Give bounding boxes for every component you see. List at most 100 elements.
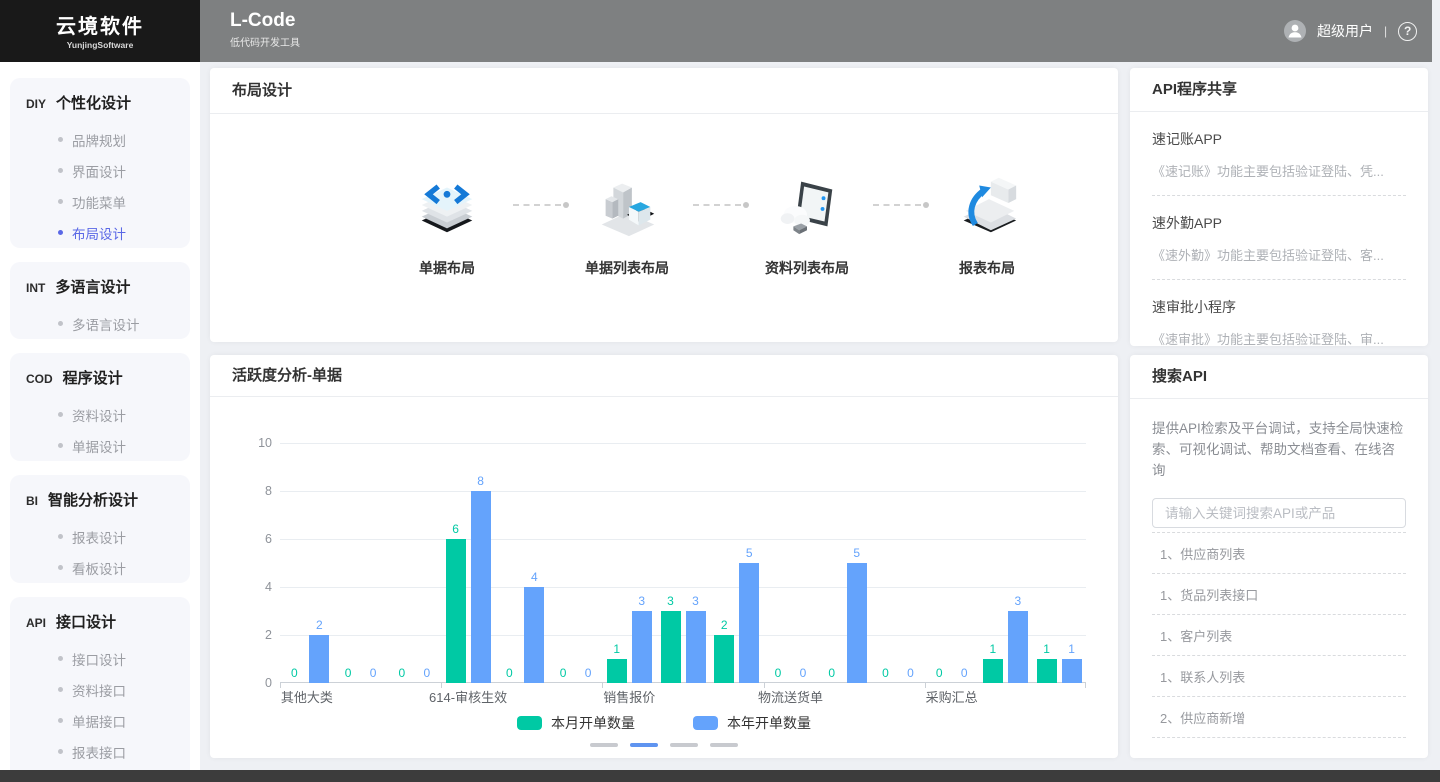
sidebar-sections: DIY个性化设计品牌规划界面设计功能菜单布局设计INT多语言设计多语言设计COD… bbox=[0, 78, 200, 770]
chart-bar bbox=[847, 563, 867, 683]
bar-value-label: 1 bbox=[1059, 642, 1085, 656]
document-list-layout-icon bbox=[592, 170, 662, 240]
search-result-item[interactable]: 2、供应商新增 bbox=[1152, 697, 1406, 737]
legend-label: 本年开单数量 bbox=[727, 713, 811, 733]
api-share-item[interactable]: 速记账APP《速记账》功能主要包括验证登陆、凭... bbox=[1152, 129, 1406, 180]
api-share-item-desc: 《速外勤》功能主要包括验证登陆、客... bbox=[1152, 245, 1406, 264]
sidebar-item-label: 单据接口 bbox=[72, 711, 126, 731]
layout-item-document[interactable]: 单据布局 bbox=[387, 170, 507, 278]
layout-item-data-list[interactable]: 资料列表布局 bbox=[747, 170, 867, 278]
x-axis-tick-label: 销售报价 bbox=[603, 687, 655, 706]
sidebar-item[interactable]: 布局设计 bbox=[10, 217, 190, 248]
api-share-item-title: 速外勤APP bbox=[1152, 213, 1406, 233]
gridline bbox=[280, 539, 1086, 540]
sidebar-item[interactable]: 接口设计 bbox=[10, 643, 190, 674]
carousel-dash[interactable] bbox=[670, 743, 698, 747]
api-share-title: API程序共享 bbox=[1130, 68, 1428, 112]
bullet-icon bbox=[58, 687, 63, 692]
bar-value-label: 0 bbox=[360, 666, 386, 680]
x-axis-tick-label: 其他大类 bbox=[281, 687, 333, 706]
bar-value-label: 0 bbox=[414, 666, 440, 680]
username[interactable]: 超级用户 bbox=[1317, 21, 1373, 41]
bullet-icon bbox=[58, 534, 63, 539]
legend-item[interactable]: 本年开单数量 bbox=[693, 713, 811, 733]
api-search-input[interactable] bbox=[1152, 498, 1406, 528]
header-divider: | bbox=[1384, 24, 1387, 38]
layout-item-document-list[interactable]: 单据列表布局 bbox=[567, 170, 687, 278]
api-share-item-title: 速记账APP bbox=[1152, 129, 1406, 149]
sidebar-item[interactable]: 单据设计 bbox=[10, 430, 190, 461]
bar-value-label: 8 bbox=[468, 474, 494, 488]
api-share-card: API程序共享 速记账APP《速记账》功能主要包括验证登陆、凭... 速外勤APP… bbox=[1130, 68, 1428, 346]
data-list-layout-icon bbox=[772, 170, 842, 240]
bar-value-label: 1 bbox=[980, 642, 1006, 656]
brand-logo: 云境软件 YunjingSoftware bbox=[0, 0, 200, 62]
bullet-icon bbox=[58, 412, 63, 417]
sidebar-section-badge: COD bbox=[26, 372, 53, 386]
bar-value-label: 0 bbox=[926, 666, 952, 680]
legend-label: 本月开单数量 bbox=[551, 713, 635, 733]
sidebar-item[interactable]: 资料设计 bbox=[10, 399, 190, 430]
x-axis-tick-label: 物流送货单 bbox=[758, 687, 823, 706]
bar-value-label: 0 bbox=[496, 666, 522, 680]
api-share-item[interactable]: 速外勤APP 《速外勤》功能主要包括验证登陆、客... bbox=[1152, 213, 1406, 264]
brand-subtitle: YunjingSoftware bbox=[0, 40, 200, 50]
chart-x-axis-labels: 其他大类614-审核生效销售报价物流送货单采购汇总 bbox=[280, 687, 1086, 705]
carousel-dash[interactable] bbox=[590, 743, 618, 747]
bar-value-label: 3 bbox=[658, 594, 684, 608]
search-result-item[interactable]: 1、联系人列表 bbox=[1152, 656, 1406, 696]
carousel-dash[interactable] bbox=[630, 743, 658, 747]
search-result-item[interactable]: 1、供应商列表 bbox=[1152, 533, 1406, 573]
layout-item-report[interactable]: 报表布局 bbox=[927, 170, 1047, 278]
bullet-icon bbox=[58, 137, 63, 142]
search-result-item[interactable]: 1、客户列表 bbox=[1152, 615, 1406, 655]
api-share-item-title: 速审批小程序 bbox=[1152, 297, 1406, 317]
sidebar-item[interactable]: 看板设计 bbox=[10, 552, 190, 583]
sidebar-item-label: 看板设计 bbox=[72, 558, 126, 578]
legend-item[interactable]: 本月开单数量 bbox=[517, 713, 635, 733]
sidebar-item[interactable]: 品牌规划 bbox=[10, 124, 190, 155]
carousel-dash[interactable] bbox=[710, 743, 738, 747]
chart-bar bbox=[632, 611, 652, 683]
user-avatar-icon[interactable] bbox=[1284, 20, 1306, 42]
sidebar-item[interactable]: 多语言设计 bbox=[10, 308, 190, 339]
activity-chart-card: 活跃度分析-单据 0246810 00060013200001120084033… bbox=[210, 355, 1118, 758]
bar-value-label: 0 bbox=[281, 666, 307, 680]
document-layout-icon bbox=[412, 170, 482, 240]
search-api-card: 搜索API 提供API检索及平台调试，支持全局快速检索、可视化调试、帮助文档查看… bbox=[1130, 355, 1428, 758]
y-axis-tick-label: 10 bbox=[258, 436, 272, 450]
sidebar-item[interactable]: 资料接口 bbox=[10, 674, 190, 705]
sidebar-item[interactable]: 界面设计 bbox=[10, 155, 190, 186]
chart-bar bbox=[471, 491, 491, 683]
header-user-area: 超级用户 | ? bbox=[1284, 0, 1417, 62]
bar-value-label: 0 bbox=[575, 666, 601, 680]
api-share-item[interactable]: 速审批小程序《速审批》功能主要包括验证登陆、审... bbox=[1152, 297, 1406, 348]
chart-card-title: 活跃度分析-单据 bbox=[210, 355, 1118, 397]
brand-name: 云境软件 bbox=[0, 0, 200, 39]
api-share-list: 速记账APP《速记账》功能主要包括验证登陆、凭... 速外勤APP 《速外勤》功能主… bbox=[1130, 129, 1428, 364]
bar-value-label: 0 bbox=[897, 666, 923, 680]
bottom-bar bbox=[0, 770, 1440, 782]
sidebar-item-label: 资料设计 bbox=[72, 405, 126, 425]
sidebar-item[interactable]: 报表接口 bbox=[10, 736, 190, 767]
bullet-icon bbox=[58, 199, 63, 204]
sidebar-section: DIY个性化设计品牌规划界面设计功能菜单布局设计 bbox=[10, 78, 190, 248]
bullet-icon bbox=[58, 718, 63, 723]
sidebar-item[interactable]: 报表设计 bbox=[10, 521, 190, 552]
search-result-item[interactable]: 1、货品列表接口 bbox=[1152, 574, 1406, 614]
sidebar-section: API接口设计接口设计资料接口单据接口报表接口其他接口 bbox=[10, 597, 190, 770]
bar-value-label: 0 bbox=[335, 666, 361, 680]
bar-value-label: 0 bbox=[790, 666, 816, 680]
sidebar-item[interactable]: 单据接口 bbox=[10, 705, 190, 736]
sidebar-item-label: 报表设计 bbox=[72, 527, 126, 547]
chart-bar bbox=[607, 659, 627, 683]
chart-bar bbox=[309, 635, 329, 683]
layout-item-label: 单据布局 bbox=[419, 258, 475, 278]
sidebar-section-badge: INT bbox=[26, 281, 45, 295]
sidebar-item[interactable]: 功能菜单 bbox=[10, 186, 190, 217]
search-api-description: 提供API检索及平台调试，支持全局快速检索、可视化调试、帮助文档查看、在线咨询 bbox=[1152, 418, 1406, 481]
layout-design-card: 布局设计 单据布局 bbox=[210, 68, 1118, 342]
bar-value-label: 3 bbox=[629, 594, 655, 608]
sidebar-section-title: 接口设计 bbox=[56, 611, 116, 632]
help-icon[interactable]: ? bbox=[1398, 22, 1417, 41]
